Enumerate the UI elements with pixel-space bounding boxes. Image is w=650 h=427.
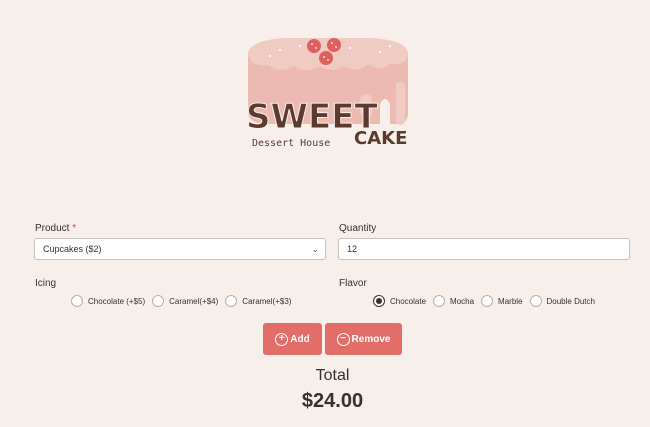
total-label: Total	[315, 367, 350, 384]
brand-tagline: Dessert House	[252, 138, 330, 149]
radio-circle[interactable]	[529, 295, 542, 307]
radio-circle[interactable]	[481, 295, 494, 307]
product-select[interactable]: Cupcakes ($2) ⌄	[34, 238, 326, 260]
remove-button[interactable]: − Remove	[325, 323, 402, 355]
radio-circle[interactable]	[433, 295, 446, 307]
radio-circle[interactable]	[225, 295, 238, 307]
flavor-label: Flavor	[339, 278, 367, 289]
product-label: Product *	[35, 223, 77, 234]
radio-circle-checked[interactable]	[373, 295, 385, 307]
add-button[interactable]: + Add	[263, 323, 322, 355]
icing-radio-group: Chocolate (+$5) Caramel(+$4) Caramel(+$3…	[71, 295, 298, 307]
quantity-label: Quantity	[339, 223, 377, 234]
plus-circle-icon: +	[275, 332, 289, 346]
flavor-option-chocolate[interactable]: Chocolate	[373, 295, 426, 307]
brand-name-side: CAKE	[354, 128, 407, 149]
icing-label: Icing	[35, 278, 57, 289]
cake-illustration: SWEET CAKE Dessert House	[246, 38, 408, 149]
radio-circle[interactable]	[71, 295, 83, 307]
minus-circle-icon: −	[336, 332, 350, 346]
flavor-option-mocha[interactable]: Mocha	[433, 295, 474, 307]
required-mark: *	[72, 223, 77, 234]
quantity-input-value: 12	[347, 244, 358, 254]
icing-option-chocolate[interactable]: Chocolate (+$5)	[71, 295, 145, 307]
icing-option-caramel-3[interactable]: Caramel(+$3)	[225, 295, 291, 307]
quantity-input[interactable]: 12	[338, 238, 630, 260]
chevron-down-icon: ⌄	[311, 244, 319, 254]
flavor-radio-group: Chocolate Mocha Marble Double Dutch	[373, 295, 602, 307]
product-select-value: Cupcakes ($2)	[43, 244, 102, 254]
sweet-cake-logo: SWEET CAKE Dessert House	[240, 32, 420, 162]
icing-option-caramel-4[interactable]: Caramel(+$4)	[152, 295, 218, 307]
radio-circle[interactable]	[152, 295, 165, 307]
flavor-option-double-dutch[interactable]: Double Dutch	[529, 295, 595, 307]
total-value: $24.00	[301, 390, 364, 412]
flavor-option-marble[interactable]: Marble	[481, 295, 523, 307]
